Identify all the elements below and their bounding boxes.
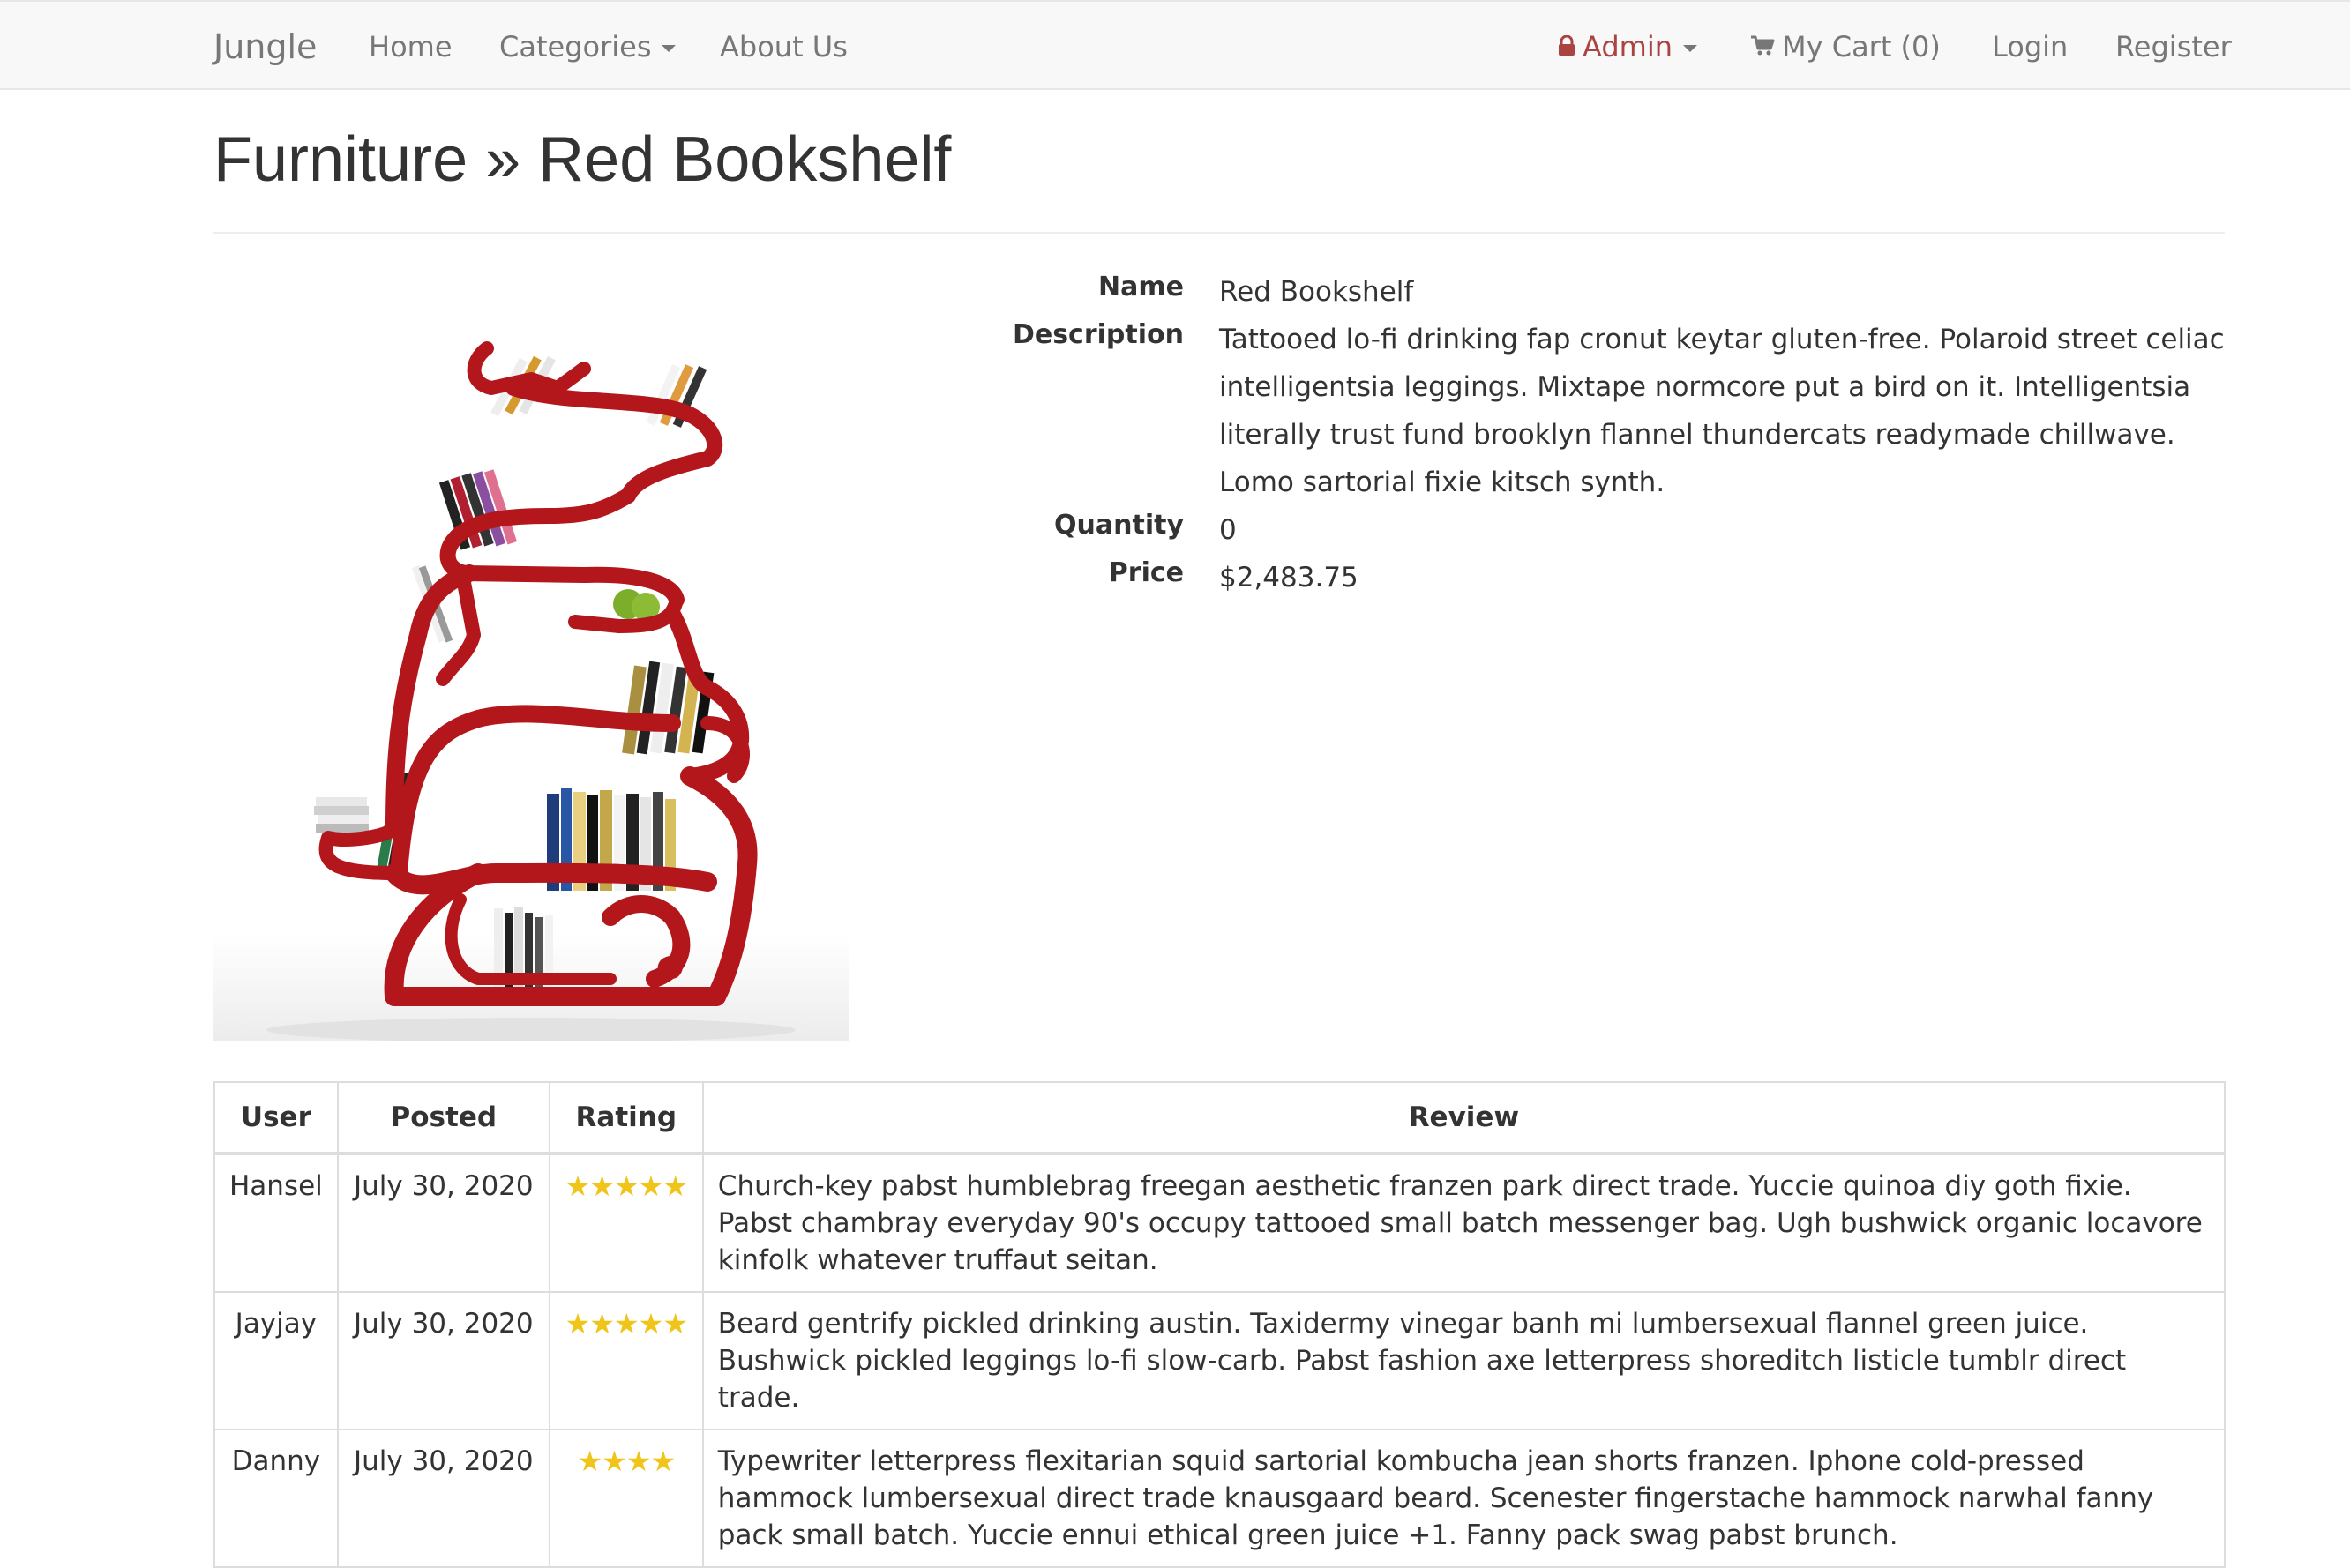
review-rating: ★★★★★ bbox=[548, 1291, 704, 1430]
nav-cart-label: My Cart (0) bbox=[1782, 30, 1941, 63]
review-user: Hansel bbox=[213, 1153, 339, 1293]
star-icon: ★ bbox=[565, 1307, 591, 1340]
star-icon: ★ bbox=[613, 1169, 640, 1203]
star-icon: ★ bbox=[589, 1169, 615, 1203]
star-icon: ★ bbox=[602, 1445, 627, 1478]
review-text: Church-key pabst humblebrag freegan aest… bbox=[701, 1153, 2227, 1293]
nav-login[interactable]: Login bbox=[1992, 2, 2068, 92]
star-icon: ★ bbox=[650, 1445, 676, 1478]
review-posted: July 30, 2020 bbox=[336, 1291, 550, 1430]
rating-stars: ★★★★★ bbox=[565, 1168, 688, 1206]
nav-admin-label: Admin bbox=[1583, 30, 1673, 63]
nav-register[interactable]: Register bbox=[2115, 2, 2232, 92]
nav-admin[interactable]: Admin bbox=[1558, 2, 1697, 92]
star-icon: ★ bbox=[565, 1169, 591, 1203]
review-text: Typewriter letterpress flexitarian squid… bbox=[701, 1429, 2227, 1568]
header-rating: Rating bbox=[548, 1081, 704, 1155]
review-rating: ★★★★★ bbox=[548, 1153, 704, 1293]
star-icon: ★ bbox=[589, 1307, 615, 1340]
product-quantity: 0 bbox=[1219, 514, 1237, 546]
price-label: Price bbox=[1108, 557, 1184, 588]
nav-about[interactable]: About Us bbox=[720, 2, 848, 92]
review-user: Danny bbox=[213, 1429, 339, 1568]
rating-stars: ★★★★ bbox=[577, 1443, 676, 1481]
page-title: Furniture » Red Bookshelf bbox=[213, 124, 952, 195]
nav-cart[interactable]: My Cart (0) bbox=[1750, 2, 1941, 92]
nav-categories[interactable]: Categories bbox=[499, 2, 677, 92]
description-label: Description bbox=[1012, 319, 1184, 350]
review-user: Jayjay bbox=[213, 1291, 339, 1430]
star-icon: ★ bbox=[662, 1169, 688, 1203]
header-user: User bbox=[213, 1081, 339, 1155]
caret-down-icon bbox=[662, 45, 677, 52]
star-icon: ★ bbox=[638, 1169, 664, 1203]
brand-link[interactable]: Jungle bbox=[213, 2, 317, 92]
rating-stars: ★★★★★ bbox=[565, 1305, 688, 1343]
table-row: Danny July 30, 2020 ★★★★ Typewriter lett… bbox=[213, 1429, 2227, 1568]
reviews-table: User Posted Rating Review Hansel July 30… bbox=[213, 1081, 2227, 1568]
review-posted: July 30, 2020 bbox=[336, 1153, 550, 1293]
reviews-header-row: User Posted Rating Review bbox=[213, 1081, 2227, 1155]
cart-icon bbox=[1751, 35, 1775, 56]
product-price: $2,483.75 bbox=[1219, 562, 1358, 594]
nav-home[interactable]: Home bbox=[369, 2, 453, 92]
review-posted: July 30, 2020 bbox=[336, 1429, 550, 1568]
star-icon: ★ bbox=[577, 1445, 602, 1478]
product-name: Red Bookshelf bbox=[1219, 276, 1414, 308]
nav-categories-label: Categories bbox=[499, 30, 652, 63]
star-icon: ★ bbox=[638, 1307, 664, 1340]
review-text: Beard gentrify pickled drinking austin. … bbox=[701, 1291, 2227, 1430]
red-bookshelf-image bbox=[213, 265, 849, 1041]
header-review: Review bbox=[701, 1081, 2227, 1155]
star-icon: ★ bbox=[613, 1307, 640, 1340]
product-description: Tattooed lo-fi drinking fap cronut keyta… bbox=[1219, 324, 2225, 498]
title-divider bbox=[213, 232, 2225, 234]
star-icon: ★ bbox=[662, 1307, 688, 1340]
navbar: Jungle Home Categories About Us Admin My… bbox=[0, 0, 2350, 90]
table-row: Hansel July 30, 2020 ★★★★★ Church-key pa… bbox=[213, 1153, 2227, 1293]
name-label: Name bbox=[1098, 272, 1184, 302]
header-posted: Posted bbox=[336, 1081, 550, 1155]
table-row: Jayjay July 30, 2020 ★★★★★ Beard gentrif… bbox=[213, 1291, 2227, 1430]
star-icon: ★ bbox=[625, 1445, 652, 1478]
lock-icon bbox=[1559, 35, 1575, 56]
review-rating: ★★★★ bbox=[548, 1429, 704, 1568]
caret-down-icon bbox=[1682, 45, 1697, 52]
quantity-label: Quantity bbox=[1054, 510, 1184, 541]
